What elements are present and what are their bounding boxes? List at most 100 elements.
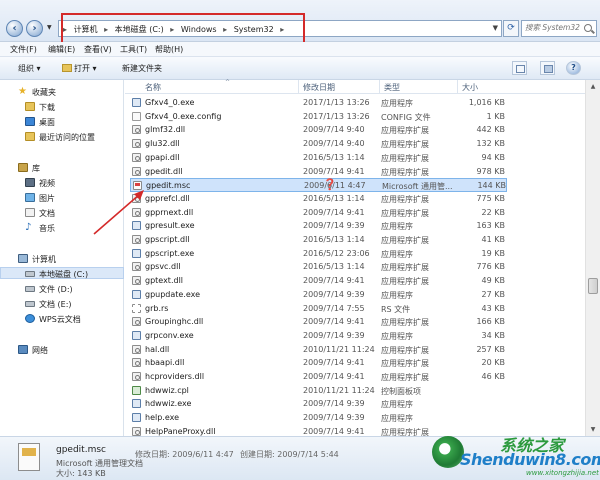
library-icon	[18, 163, 28, 172]
column-name[interactable]: 名称	[145, 82, 161, 94]
scroll-up-arrow-icon[interactable]: ▲	[586, 80, 600, 93]
help-icon[interactable]: ?	[566, 61, 581, 75]
organize-button[interactable]: 组织 ▾	[18, 63, 41, 74]
file-row[interactable]: gpsvc.dll 2016/5/13 1:14 应用程序扩展 776 KB	[130, 260, 507, 274]
file-row[interactable]: hbaapi.dll 2009/7/14 9:41 应用程序扩展 20 KB	[130, 356, 507, 370]
open-button[interactable]: 打开 ▾	[62, 63, 97, 74]
desktop-icon	[25, 117, 35, 126]
file-row[interactable]: gpapi.dll 2016/5/13 1:14 应用程序扩展 94 KB	[130, 151, 507, 165]
nav-drive-c[interactable]: 本地磁盘 (C:)	[0, 267, 124, 279]
file-type: 应用程序扩展	[381, 126, 429, 136]
file-row[interactable]: hdwwiz.cpl 2010/11/21 11:24 控制面板项	[130, 384, 507, 398]
search-input[interactable]	[525, 23, 583, 32]
file-row[interactable]: help.exe 2009/7/14 9:39 应用程序	[130, 411, 507, 425]
file-date: 2016/5/12 23:06	[303, 248, 370, 258]
dll-file-icon	[132, 317, 141, 327]
forward-button[interactable]: ›	[26, 20, 43, 37]
file-size: 166 KB	[476, 317, 505, 327]
file-name: gpscript.dll	[145, 235, 190, 244]
nav-favorites[interactable]: ★ 收藏夹	[0, 86, 124, 98]
file-type: CONFIG 文件	[381, 112, 431, 122]
file-size: 34 KB	[481, 330, 505, 340]
dll-file-icon	[132, 358, 141, 368]
star-icon: ★	[18, 86, 27, 97]
file-row[interactable]: glu32.dll 2009/7/14 9:40 应用程序扩展 132 KB	[130, 137, 507, 151]
nav-libraries[interactable]: 库	[0, 162, 124, 174]
menu-tools[interactable]: 工具(T)	[120, 44, 147, 55]
menu-help[interactable]: 帮助(H)	[155, 44, 183, 55]
chevron-down-icon[interactable]: ▼	[47, 24, 52, 31]
search-icon[interactable]	[584, 24, 592, 32]
file-row[interactable]: hcproviders.dll 2009/7/14 9:41 应用程序扩展 46 KB	[130, 370, 507, 384]
file-size: 94 KB	[481, 152, 505, 162]
file-row[interactable]: gpresult.exe 2009/7/14 9:39 应用程序 163 KB	[130, 219, 507, 233]
annotation-highlight-box	[61, 13, 305, 45]
file-name: Gfxv4_0.exe.config	[145, 111, 222, 121]
file-row[interactable]: Groupinghc.dll 2009/7/14 9:41 应用程序扩展 166 KB	[130, 315, 507, 329]
nav-computer[interactable]: 计算机	[0, 253, 124, 265]
menu-edit[interactable]: 编辑(E)	[48, 44, 75, 55]
file-row[interactable]: hal.dll 2010/11/21 11:24 应用程序扩展 257 KB	[130, 343, 507, 357]
file-row[interactable]: grpconv.exe 2009/7/14 9:39 应用程序 34 KB	[130, 329, 507, 343]
downloads-folder-icon	[25, 102, 35, 111]
file-row[interactable]: gptext.dll 2009/7/14 9:41 应用程序扩展 49 KB	[130, 274, 507, 288]
file-name: help.exe	[145, 413, 180, 423]
nav-recent[interactable]: 最近访问的位置	[0, 131, 124, 143]
file-row[interactable]: gpedit.msc 2009/6/11 4:47 Microsoft 通用管...…	[130, 178, 507, 192]
column-date[interactable]: 修改日期	[303, 82, 335, 94]
file-row[interactable]: Gfxv4_0.exe 2017/1/13 13:26 应用程序 1,016 KB	[130, 96, 507, 110]
exe-file-icon	[132, 399, 141, 409]
file-row[interactable]: glmf32.dll 2009/7/14 9:40 应用程序扩展 442 KB	[130, 123, 507, 137]
column-divider[interactable]	[457, 80, 458, 94]
menu-file[interactable]: 文件(F)	[10, 44, 37, 55]
file-date: 2009/7/14 9:39	[303, 221, 365, 231]
file-date: 2009/7/14 9:41	[303, 207, 365, 217]
nav-drive-e[interactable]: 文档 (E:)	[0, 298, 124, 310]
menu-view[interactable]: 查看(V)	[84, 44, 112, 55]
view-icon[interactable]	[512, 61, 527, 75]
preview-pane-icon[interactable]	[540, 61, 555, 75]
address-dropdown-icon[interactable]: ▼	[493, 24, 498, 32]
file-date: 2009/7/14 9:41	[303, 372, 365, 381]
nav-downloads[interactable]: 下载	[0, 101, 124, 113]
scroll-thumb[interactable]	[588, 278, 598, 294]
file-row[interactable]: gpscript.exe 2016/5/12 23:06 应用程序 19 KB	[130, 247, 507, 261]
command-bar: 组织 ▾ 打开 ▾ 新建文件夹 ?	[0, 57, 600, 80]
dll-file-icon	[132, 276, 141, 286]
file-row[interactable]: gpscript.dll 2016/5/13 1:14 应用程序扩展 41 KB	[130, 233, 507, 247]
rs-file-icon	[132, 303, 141, 313]
msc-file-icon	[18, 443, 40, 471]
column-divider[interactable]	[298, 80, 299, 94]
nav-wps-cloud[interactable]: WPS云文档	[0, 313, 124, 325]
file-row[interactable]: hdwwiz.exe 2009/7/14 9:39 应用程序	[130, 397, 507, 411]
column-size[interactable]: 大小	[462, 82, 478, 94]
file-row[interactable]: gpprnext.dll 2009/7/14 9:41 应用程序扩展 22 KB	[130, 206, 507, 220]
search-box[interactable]	[521, 20, 597, 37]
column-type[interactable]: 类型	[384, 82, 400, 94]
new-folder-button[interactable]: 新建文件夹	[122, 63, 162, 74]
file-row[interactable]: gpedit.dll 2009/7/14 9:41 应用程序扩展 978 KB	[130, 165, 507, 179]
file-row[interactable]: grb.rs 2009/7/14 7:55 RS 文件 43 KB	[130, 302, 507, 316]
vertical-scrollbar[interactable]: ▲ ▼	[585, 80, 600, 436]
file-type: 应用程序扩展	[381, 373, 429, 382]
hard-drive-icon	[25, 286, 35, 292]
nav-network[interactable]: 网络	[0, 344, 124, 356]
file-name: gpprnext.dll	[145, 207, 194, 217]
file-type: 应用程序扩展	[381, 277, 429, 287]
column-divider[interactable]	[379, 80, 380, 94]
nav-desktop[interactable]: 桌面	[0, 116, 124, 128]
file-size: 1 KB	[486, 111, 505, 121]
file-row[interactable]: gpupdate.exe 2009/7/14 9:39 应用程序 27 KB	[130, 288, 507, 302]
cloud-icon	[25, 314, 35, 323]
annotation-question-mark: ❓	[323, 178, 337, 191]
file-date: 2010/11/21 11:24	[303, 344, 375, 354]
refresh-button[interactable]: ⟳	[503, 20, 519, 37]
computer-icon	[18, 254, 28, 263]
file-row[interactable]: gpprefcl.dll 2016/5/13 1:14 应用程序扩展 775 KB	[130, 192, 507, 206]
folder-icon	[62, 64, 72, 72]
file-row[interactable]: Gfxv4_0.exe.config 2017/1/13 13:26 CONFIG …	[130, 110, 507, 124]
nav-drive-d[interactable]: 文件 (D:)	[0, 283, 124, 295]
file-name: hdwwiz.cpl	[145, 385, 189, 395]
back-button[interactable]: ‹	[6, 20, 23, 37]
file-type: 应用程序	[381, 249, 413, 259]
